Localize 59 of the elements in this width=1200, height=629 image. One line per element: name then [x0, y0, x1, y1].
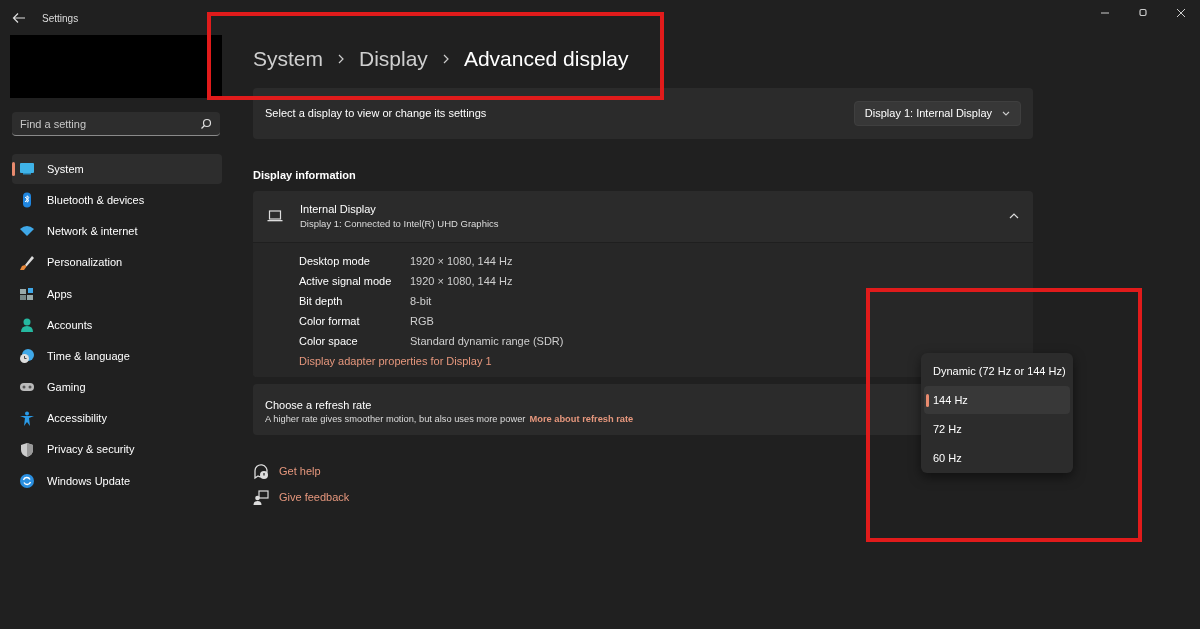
sidebar-item[interactable]: Time & language [12, 341, 222, 372]
laptop-icon [267, 210, 283, 222]
brush-icon [19, 254, 35, 271]
info-label: Bit depth [299, 294, 344, 310]
clock-icon [19, 348, 35, 365]
sidebar-item[interactable]: Network & internet [12, 216, 222, 247]
apps-icon [19, 285, 35, 302]
section-heading: Display information [253, 168, 357, 183]
help-chat-icon [253, 463, 269, 480]
info-label: Active signal mode [299, 274, 393, 290]
accessibility-icon [19, 410, 35, 427]
chevron-right-icon [337, 54, 345, 64]
chevron-up-icon[interactable] [1009, 213, 1019, 219]
menu-option[interactable]: 144 Hz [924, 386, 1070, 414]
sidebar-item[interactable]: Accessibility [12, 403, 222, 434]
sidebar-item[interactable]: Accounts [12, 309, 222, 340]
setting-label: Select a display to view or change its settings [265, 106, 487, 122]
info-label: Color format [299, 314, 361, 330]
info-value: 1920 × 1080, 144 Hz [410, 274, 513, 290]
display-dropdown[interactable]: Display 1: Internal Display [853, 101, 1021, 126]
window-title: Settings [42, 11, 79, 26]
menu-option[interactable]: Dynamic (72 Hz or 144 Hz) [924, 357, 1070, 385]
help-link[interactable]: Give feedback [279, 489, 350, 506]
search-icon [200, 118, 212, 130]
monitor-icon [19, 161, 35, 177]
info-label: Color space [299, 334, 359, 350]
person-icon [19, 316, 35, 333]
info-value: 8-bit [410, 294, 432, 310]
breadcrumb-item[interactable]: Display [359, 43, 428, 75]
breadcrumb-item: Advanced display [463, 46, 629, 73]
close-icon[interactable] [1176, 8, 1186, 18]
sidebar-item[interactable]: Bluetooth & devices [12, 185, 222, 216]
chevron-right-icon [441, 54, 450, 64]
restore-icon[interactable] [1138, 8, 1148, 18]
sidebar-item[interactable]: Personalization [12, 247, 222, 278]
info-value: Standard dynamic range (SDR) [410, 334, 564, 350]
back-arrow-icon[interactable] [12, 12, 26, 24]
info-value: 1920 × 1080, 144 Hz [410, 254, 513, 270]
info-label: Desktop mode [299, 254, 371, 270]
sync-icon [19, 472, 35, 489]
adapter-properties-link[interactable]: Display adapter properties for Display 1 [299, 353, 492, 370]
shield-icon [19, 441, 35, 458]
chevron-down-icon [1002, 110, 1010, 117]
sidebar-item[interactable]: Apps [12, 278, 222, 309]
search-field[interactable]: Find a setting [12, 112, 220, 136]
sidebar-item[interactable]: Privacy & security [12, 434, 222, 465]
setting-title: Choose a refresh rate [265, 397, 372, 413]
refresh-rate-link[interactable]: More about refresh rate [529, 414, 634, 424]
display-subtitle: Display 1: Connected to Intel(R) UHD Graphics [300, 217, 500, 232]
breadcrumb-item[interactable]: System [253, 43, 323, 75]
sidebar-item[interactable]: Gaming [12, 372, 222, 403]
feedback-icon [253, 489, 269, 506]
menu-option[interactable]: 60 Hz [924, 444, 1070, 472]
sidebar-item[interactable]: System [12, 154, 222, 184]
info-value: RGB [410, 314, 434, 330]
display-name: Internal Display [300, 201, 377, 217]
help-link[interactable]: Get help [279, 463, 321, 480]
sidebar-item[interactable]: Windows Update [12, 465, 222, 496]
menu-option[interactable]: 72 Hz [924, 415, 1070, 443]
